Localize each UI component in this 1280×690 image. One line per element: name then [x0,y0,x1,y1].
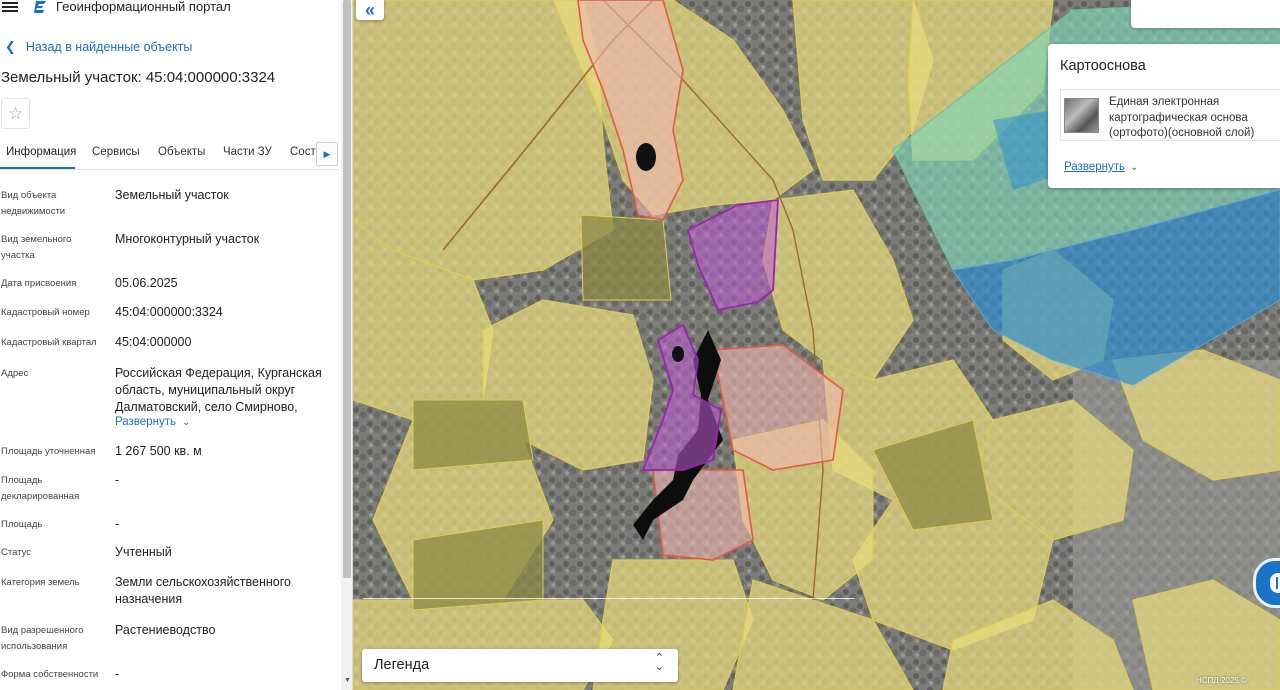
value-address: Российская Федерация, Курганская область… [115,366,322,414]
tab-scroll-right-button[interactable]: ▶ [316,142,338,166]
tab-information[interactable]: Информация [6,146,76,158]
value-assign-date: 05.06.2025 [115,276,178,290]
collapse-panel-button[interactable]: « [356,0,384,20]
label-cadastral-quarter: Кадастровый квартал [1,337,97,348]
value-object-type: Земельный участок [115,188,229,202]
label-address: Адрес [1,368,29,379]
hamburger-icon[interactable] [2,0,18,14]
scale-line [363,598,855,599]
panel-scrollbar[interactable]: ▼ [341,0,352,690]
chevron-left-icon: ❮ [5,39,16,54]
value-cadastral-quarter: 45:04:000000 [115,335,192,349]
value-area-refined: 1 267 500 кв. м [115,444,202,458]
map-copyright: НСПД 2025 © [1196,676,1247,685]
expand-label: Развернуть [115,416,176,428]
basemap-panel: Картооснова Единая электронная картограф… [1048,44,1280,188]
label-land-category: Категория земель [1,577,80,588]
basemap-expand-label: Развернуть [1064,161,1125,173]
back-to-results-link[interactable]: ❮ Назад в найденные объекты [5,39,192,55]
label-object-type: Вид объекта недвижимости [1,190,66,217]
chevron-down-icon: ⌄ [181,417,191,428]
label-ownership: Форма собственности [1,669,99,680]
page-title: Земельный участок: 45:04:000000:3324 [1,69,276,86]
value-status: Учтенный [115,545,172,559]
scroll-down-arrow-icon[interactable]: ▼ [344,677,351,684]
map-search-box[interactable] [1131,0,1280,28]
pond-shape [636,143,656,171]
label-assign-date: Дата присвоения [1,278,77,289]
tab-services[interactable]: Сервисы [92,146,140,158]
label-permitted-use: Вид разрешенного использования [1,625,84,652]
chat-icon [1270,573,1280,593]
app-header: Геоинформационный портал [0,0,352,16]
value-area-declared: - [115,473,120,487]
basemap-layer-card[interactable]: Единая электронная картографическая осно… [1060,89,1280,141]
chevron-down-icon: ⌄ [1129,162,1139,173]
label-cadastral-number: Кадастровый номер [1,307,90,318]
basemap-title: Картооснова [1060,58,1146,74]
back-link-label: Назад в найденные объекты [25,40,193,54]
tab-bar: Информация Сервисы Объекты Части ЗУ Сост… [0,140,340,170]
double-chevron-left-icon: « [364,0,375,20]
star-icon: ☆ [7,103,24,123]
value-land-category: Земли сельскохозяйственного назначения [115,575,291,606]
label-area-refined: Площадь уточненная [1,446,96,457]
label-area: Площадь [1,519,43,530]
label-parcel-type: Вид земельного участка [1,234,72,261]
chevron-right-icon: ▶ [323,148,331,159]
basemap-expand-link[interactable]: Развернуть ⌄ [1064,161,1138,173]
legend-label: Легенда [374,657,430,673]
tab-parts[interactable]: Части ЗУ [223,146,272,158]
value-parcel-type: Многоконтурный участок [115,232,260,246]
value-permitted-use: Растениеводство [115,623,216,637]
favorite-button[interactable]: ☆ [1,98,30,129]
label-area-declared: Площадь декларированная [1,475,80,502]
value-cadastral-number: 45:04:000000:3324 [115,305,223,319]
updown-chevron-icon[interactable]: ⌃ ⌄ [655,653,664,673]
portal-logo-icon [34,1,46,13]
active-tab-indicator [0,167,75,169]
object-info-panel: Геоинформационный портал ❮ Назад в найде… [0,0,353,690]
portal-name: Геоинформационный портал [56,0,231,14]
tab-objects[interactable]: Объекты [158,146,205,158]
value-ownership: - [115,667,120,681]
basemap-thumbnail [1064,98,1099,133]
scrollbar-thumb[interactable] [343,0,351,578]
selected-parcel-pond [672,346,684,362]
basemap-layer-name: Единая электронная картографическая осно… [1109,96,1255,139]
label-status: Статус [1,547,32,558]
address-expand-link[interactable]: Развернуть ⌄ [115,416,190,428]
legend-dropdown[interactable]: Легенда ⌃ ⌄ [362,649,678,682]
value-area: - [115,517,120,531]
